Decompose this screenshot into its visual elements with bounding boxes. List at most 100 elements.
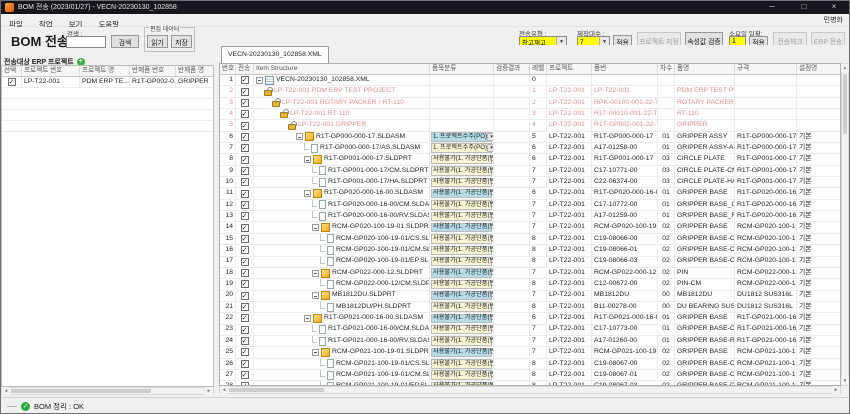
item-class-select[interactable]: 사용불가(1. 가공단품(반)▼ <box>431 370 492 380</box>
item-class-select[interactable]: 사용불가(1. 가공단품(반)▼ <box>431 234 492 244</box>
column-header[interactable]: 프로젝트 명 <box>80 66 130 76</box>
tree-collapse-icon[interactable] <box>312 349 319 356</box>
left-horizontal-scrollbar[interactable]: ◄ ► <box>1 387 214 395</box>
checkbox-checked[interactable]: ✓ <box>241 88 249 96</box>
tree-collapse-icon[interactable] <box>312 224 319 231</box>
checkbox-checked[interactable]: ✓ <box>241 235 249 243</box>
checkbox-checked[interactable]: ✓ <box>241 280 249 288</box>
scroll-left-icon[interactable]: ◄ <box>220 386 228 394</box>
item-class-select[interactable]: 사용불가(1. 가공단품(반)▼ <box>431 302 492 312</box>
column-header[interactable]: 프로젝트 <box>547 64 592 74</box>
item-class-select[interactable]: 사용불가(1. 가공단품(반)▼ <box>431 314 492 324</box>
tree-collapse-icon[interactable] <box>304 156 311 163</box>
chevron-down-icon[interactable]: ▼ <box>487 133 494 141</box>
item-class-select[interactable]: 사용불가(1. 가공단품(반)▼ <box>431 291 492 301</box>
scroll-left-icon[interactable]: ◄ <box>2 387 10 395</box>
main-horizontal-scrollbar[interactable]: ◄ ► <box>219 386 841 394</box>
item-class-select[interactable]: 사용불가(1. 가공단품(반)▼ <box>431 246 492 256</box>
column-header[interactable]: 품목분류 <box>430 64 494 74</box>
tree-collapse-icon[interactable] <box>312 270 319 277</box>
tree-collapse-icon[interactable] <box>304 315 311 322</box>
checkbox-checked[interactable]: ✓ <box>241 178 249 186</box>
item-class-select[interactable]: 사용불가(1. 가공단품(반)▼ <box>431 212 492 222</box>
checkbox-checked[interactable]: ✓ <box>241 314 249 322</box>
column-header[interactable]: 반제품 번호 <box>130 66 176 76</box>
checkbox-checked[interactable]: ✓ <box>8 78 16 86</box>
item-class-select[interactable]: 사용불가(1. 가공단품(반)▼ <box>431 178 492 188</box>
column-header[interactable]: Item Structure <box>254 64 430 74</box>
checkbox-checked[interactable]: ✓ <box>241 212 249 220</box>
column-header[interactable]: 차수 <box>658 64 675 74</box>
checkbox-checked[interactable]: ✓ <box>241 201 249 209</box>
scroll-right-icon[interactable]: ► <box>205 387 213 395</box>
column-header[interactable]: 프로젝트 번호 <box>22 66 80 76</box>
column-header[interactable]: 검증결과 <box>494 64 530 74</box>
scrollbar-thumb[interactable] <box>229 388 324 392</box>
checkbox-checked[interactable]: ✓ <box>241 76 249 84</box>
item-class-select[interactable]: 사용불가(1. 가공단품(반)▼ <box>431 280 492 290</box>
checkbox-checked[interactable]: ✓ <box>241 133 249 141</box>
item-class-select[interactable]: 1. 프로젝트수주(PO)▼ <box>431 143 492 153</box>
scroll-right-icon[interactable]: ► <box>832 386 840 394</box>
item-class-select[interactable]: 사용불가(1. 가공단품(반)▼ <box>431 336 492 346</box>
checkbox-checked[interactable]: ✓ <box>241 224 249 232</box>
minimize-button[interactable]: ─ <box>759 1 785 14</box>
checkbox-checked[interactable]: ✓ <box>241 99 249 107</box>
checkbox-checked[interactable]: ✓ <box>241 258 249 266</box>
tree-collapse-icon[interactable] <box>312 292 319 299</box>
column-header[interactable]: 번호 <box>220 64 236 74</box>
column-header[interactable]: 품명 <box>675 64 735 74</box>
tree-collapse-icon[interactable] <box>296 133 303 140</box>
checkbox-checked[interactable]: ✓ <box>241 269 249 277</box>
checkbox-checked[interactable]: ✓ <box>241 122 249 130</box>
cell-config: 기본 <box>797 188 841 198</box>
save-button[interactable]: 저장 <box>171 35 192 48</box>
item-class-select[interactable]: 사용불가(1. 가공단품(반)▼ <box>431 223 492 233</box>
column-header[interactable]: 전송 <box>236 64 254 74</box>
item-class-select[interactable]: 사용불가(1. 가공단품(반)▼ <box>431 325 492 335</box>
checkbox-checked[interactable]: ✓ <box>241 292 249 300</box>
scrollbar-thumb[interactable] <box>843 74 847 134</box>
cell-revision <box>658 120 675 130</box>
checkbox-checked[interactable]: ✓ <box>241 190 249 198</box>
column-header[interactable]: 설정명 <box>797 64 841 74</box>
scroll-down-icon[interactable]: ▼ <box>841 377 849 385</box>
item-class-select[interactable]: 사용불가(1. 가공단품(반)▼ <box>431 268 492 278</box>
column-header[interactable]: 선택 <box>2 66 22 76</box>
column-header[interactable]: 반제품 명 <box>176 66 214 76</box>
item-class-select[interactable]: 1. 프로젝트수주(PO)▼ <box>431 132 492 142</box>
scroll-up-icon[interactable]: ▲ <box>841 64 849 72</box>
tab-xml-file[interactable]: VECN-20230130_102858.XML <box>221 46 329 63</box>
checkbox-checked[interactable]: ✓ <box>241 303 249 311</box>
vertical-scrollbar[interactable]: ▲ ▼ <box>841 63 849 386</box>
scrollbar-thumb[interactable] <box>11 389 151 393</box>
tree-collapse-icon[interactable] <box>304 190 311 197</box>
checkbox-checked[interactable]: ✓ <box>241 167 249 175</box>
search-input[interactable] <box>66 36 106 48</box>
checkbox-checked[interactable]: ✓ <box>241 348 249 356</box>
checkbox-checked[interactable]: ✓ <box>241 360 249 368</box>
chevron-down-icon[interactable]: ▼ <box>487 144 494 152</box>
item-class-select[interactable]: 사용불가(1. 가공단품(반)▼ <box>431 189 492 199</box>
checkbox-checked[interactable]: ✓ <box>241 326 249 334</box>
item-class-select[interactable]: 사용불가(1. 가공단품(반)▼ <box>431 166 492 176</box>
tree-collapse-icon[interactable] <box>256 77 263 84</box>
column-header[interactable]: 품번 <box>592 64 658 74</box>
item-class-select[interactable]: 사용불가(1. 가공단품(반)▼ <box>431 348 492 358</box>
checkbox-checked[interactable]: ✓ <box>241 337 249 345</box>
checkbox-checked[interactable]: ✓ <box>241 371 249 379</box>
maximize-button[interactable]: □ <box>791 1 817 14</box>
column-header[interactable]: 레벨 <box>530 64 547 74</box>
read-button[interactable]: 읽기 <box>147 35 168 48</box>
column-header[interactable]: 규격 <box>735 64 797 74</box>
close-button[interactable]: × <box>821 1 847 14</box>
checkbox-checked[interactable]: ✓ <box>241 156 249 164</box>
checkbox-checked[interactable]: ✓ <box>241 246 249 254</box>
search-button[interactable]: 검색 <box>111 35 139 48</box>
checkbox-checked[interactable]: ✓ <box>241 144 249 152</box>
item-class-select[interactable]: 사용불가(1. 가공단품(반)▼ <box>431 359 492 369</box>
item-class-select[interactable]: 사용불가(1. 가공단품(반)▼ <box>431 155 492 165</box>
item-class-select[interactable]: 사용불가(1. 가공단품(반)▼ <box>431 257 492 267</box>
checkbox-checked[interactable]: ✓ <box>241 110 249 118</box>
item-class-select[interactable]: 사용불가(1. 가공단품(반)▼ <box>431 200 492 210</box>
